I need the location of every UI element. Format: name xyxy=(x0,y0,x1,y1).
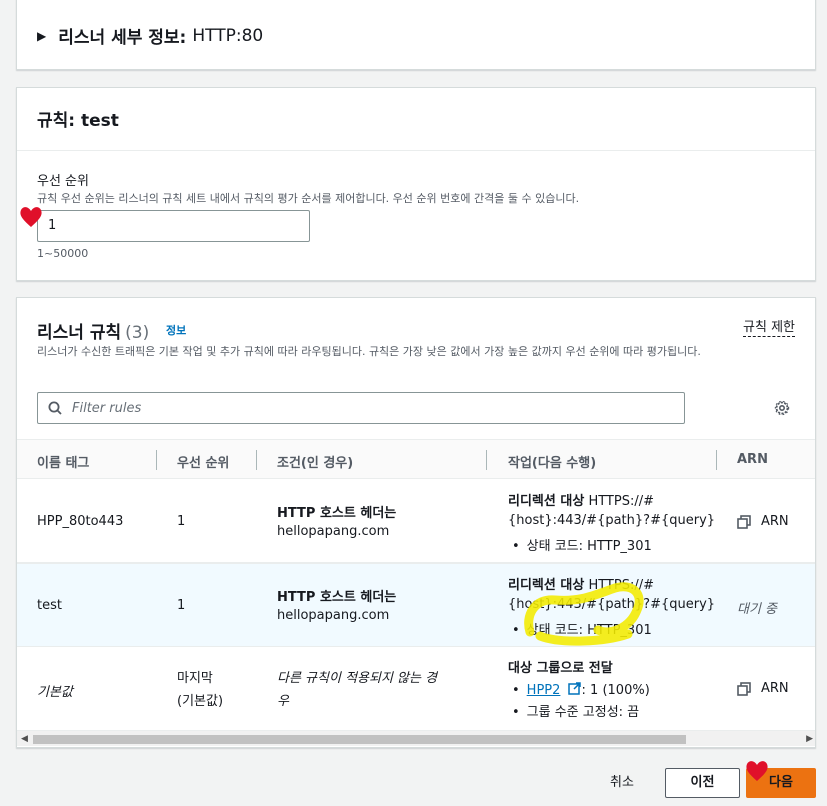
row-action-bullet: 상태 코드: HTTP_301 xyxy=(512,535,652,554)
column-header-condition[interactable]: 조건(인 경우) xyxy=(277,452,353,471)
table-row-default[interactable]: 기본값 마지막 (기본값) 다른 규칙이 적용되지 않는 경 우 대상 그룹으로… xyxy=(17,647,815,731)
row-name: HPP_80to443 xyxy=(37,514,124,529)
arn-pending: 대기 중 xyxy=(737,602,778,617)
rule-panel: 규칙: test 우선 순위 규칙 우선 순위는 리스너의 규칙 세트 내에서 … xyxy=(16,87,816,281)
row-action-details: 상태 코드: HTTP_301 xyxy=(512,535,652,554)
row-condition-title: HTTP 호스트 헤더는 xyxy=(277,590,397,605)
row-action-title: 대상 그룹으로 전달 xyxy=(508,661,613,676)
copy-arn[interactable]: ARN xyxy=(737,681,789,696)
highlight-scribble-annotation xyxy=(524,582,644,646)
listener-rules-description: 리스너가 수신한 트래픽은 기본 작업 및 추가 규칙에 따라 라우팅됩니다. … xyxy=(37,345,701,358)
row-action-details: HPP2 : 1 (100%) 그룹 수준 고정성: 끔 xyxy=(512,680,650,724)
listener-rules-panel: 리스너 규칙 (3) 정보 규칙 제한 리스너가 수신한 트래픽은 기본 작업 및… xyxy=(16,297,816,748)
table-header: 이름 태그 우선 순위 조건(인 경우) 작업(다음 수행) ARN xyxy=(17,439,815,479)
row-condition-title: HTTP 호스트 헤더는 xyxy=(277,506,397,521)
search-icon xyxy=(48,401,62,415)
row-priority: 1 xyxy=(177,514,186,529)
column-header-arn[interactable]: ARN xyxy=(737,452,768,467)
divider xyxy=(17,150,815,151)
listener-details-label: 리스너 세부 정보: xyxy=(58,28,187,48)
heart-annotation-icon xyxy=(20,207,42,227)
row-name: 기본값 xyxy=(37,685,73,700)
filter-rules-placeholder: Filter rules xyxy=(72,400,142,416)
row-condition-value: hellopapang.com xyxy=(277,608,390,623)
column-divider xyxy=(156,450,157,470)
column-header-name-tag[interactable]: 이름 태그 xyxy=(37,452,89,471)
row-condition-line1: 다른 규칙이 적용되지 않는 경 xyxy=(277,671,438,686)
priority-label: 우선 순위 xyxy=(37,174,89,189)
filter-rules-input[interactable]: Filter rules xyxy=(37,392,685,424)
arn-label: ARN xyxy=(761,514,789,529)
copy-arn[interactable]: ARN xyxy=(737,514,789,529)
scroll-left-arrow-icon[interactable]: ◀ xyxy=(21,734,28,744)
info-link[interactable]: 정보 xyxy=(166,322,186,338)
listener-details-value: HTTP:80 xyxy=(192,25,264,46)
rule-limits-link[interactable]: 규칙 제한 xyxy=(743,316,795,337)
row-priority-line2: (기본값) xyxy=(177,694,224,709)
previous-button[interactable]: 이전 xyxy=(665,768,740,798)
listener-rules-title: 리스너 규칙 (3) xyxy=(37,318,149,343)
row-action-url-cont: {host}:443/#{path}?#{query} xyxy=(508,513,716,528)
listener-rules-count: (3) xyxy=(125,323,150,343)
row-condition-value: hellopapang.com xyxy=(277,524,390,539)
rule-title: 규칙: test xyxy=(37,106,119,131)
row-condition-line2: 우 xyxy=(277,694,289,709)
listener-details-panel: ▶ 리스너 세부 정보: HTTP:80 xyxy=(16,0,816,70)
copy-icon xyxy=(737,514,751,529)
horizontal-scrollbar[interactable]: ◀ ▶ xyxy=(17,730,815,746)
row-action-url: HTTPS://# xyxy=(588,494,654,509)
scrollbar-thumb[interactable] xyxy=(33,735,686,744)
row-priority-line1: 마지막 xyxy=(177,671,213,686)
target-group-link[interactable]: HPP2 xyxy=(527,683,561,698)
row-action-line1: 리디렉션 대상 HTTPS://# xyxy=(508,490,654,509)
gear-icon[interactable] xyxy=(773,399,791,417)
column-divider xyxy=(486,450,487,470)
priority-hint: 1~50000 xyxy=(37,247,89,260)
table-row-selected[interactable]: test 1 HTTP 호스트 헤더는 hellopapang.com 리디렉션… xyxy=(17,563,815,647)
scroll-right-arrow-icon[interactable]: ▶ xyxy=(806,734,813,744)
row-action-target: HPP2 : 1 (100%) xyxy=(512,680,650,702)
column-header-action[interactable]: 작업(다음 수행) xyxy=(508,452,596,471)
expand-caret-icon[interactable]: ▶ xyxy=(37,29,46,43)
row-action-title: 리디렉션 대상 xyxy=(508,494,585,509)
column-divider xyxy=(256,450,257,470)
table-row[interactable]: HPP_80to443 1 HTTP 호스트 헤더는 hellopapang.c… xyxy=(17,480,815,563)
rule-title-prefix: 규칙: xyxy=(37,111,76,131)
column-divider xyxy=(716,450,717,470)
heart-annotation-icon xyxy=(746,761,768,781)
row-action-bullet: 그룹 수준 고정성: 끔 xyxy=(512,702,650,724)
external-link-icon[interactable] xyxy=(567,682,581,695)
row-priority: 1 xyxy=(177,598,186,613)
copy-icon xyxy=(737,681,751,696)
target-weight: : 1 (100%) xyxy=(581,683,650,698)
cancel-button[interactable]: 취소 xyxy=(596,768,648,798)
priority-description: 규칙 우선 순위는 리스너의 규칙 세트 내에서 규칙의 평가 순서를 제어합니… xyxy=(37,192,580,205)
rule-title-name: test xyxy=(81,111,119,131)
column-header-priority[interactable]: 우선 순위 xyxy=(177,452,229,471)
arn-label: ARN xyxy=(761,681,789,696)
row-name: test xyxy=(37,598,62,613)
listener-details-header[interactable]: ▶ 리스너 세부 정보: HTTP:80 xyxy=(37,23,264,49)
listener-rules-title-text: 리스너 규칙 xyxy=(37,323,122,343)
priority-input[interactable]: 1 xyxy=(37,210,310,242)
